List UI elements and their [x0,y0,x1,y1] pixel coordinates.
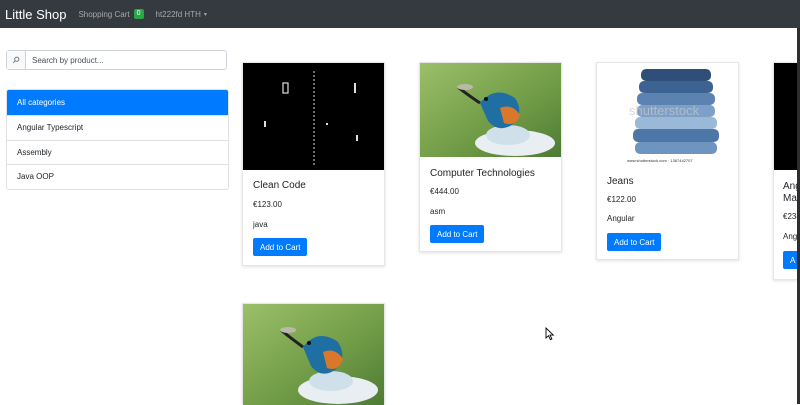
add-to-cart-button[interactable]: Add to Cart [253,238,308,256]
product-card-angular-partial: Ang Ma €234 Ang A [773,62,797,280]
product-price: €234 [783,212,797,221]
category-item-java-oop[interactable]: Java OOP [7,164,228,189]
product-image-partial[interactable] [774,63,797,170]
cart-count-badge: 0 [133,9,144,19]
navbar: Little Shop Shopping Cart 0 ht222fd HTH … [0,0,800,28]
product-image-kingfisher[interactable] [420,63,561,157]
product-card-clean-code: Clean Code €123.00 java Add to Cart [242,62,385,266]
product-card-second-row [242,303,385,405]
category-item-all[interactable]: All categories [7,90,228,115]
product-title-line2: Ma [783,193,797,204]
watermark-text: shutterstock [629,103,700,118]
add-to-cart-button[interactable]: Add to Cart [430,225,485,243]
product-card-jeans: shutterstock www.shutterstock.com · 1367… [596,62,739,260]
image-caption: www.shutterstock.com · 1367442707 [627,158,693,163]
shopping-cart-label: Shopping Cart [78,9,130,19]
product-title[interactable]: Ang Ma [783,181,797,205]
product-title[interactable]: Computer Technologies [430,168,535,179]
product-title-line1: Ang [783,181,797,192]
product-category: asm [430,207,446,216]
mouse-cursor-icon [545,327,555,341]
category-item-angular-typescript[interactable]: Angular Typescript [7,115,228,140]
user-name: ht222fd HTH [155,9,201,19]
search-input[interactable] [26,54,224,66]
user-menu[interactable]: ht222fd HTH ▾ [156,10,207,19]
brand-logo[interactable]: Little Shop [5,7,66,22]
product-title[interactable]: Jeans [607,176,634,187]
category-list: All categories Angular Typescript Assemb… [6,89,229,190]
add-to-cart-button[interactable]: A [783,251,797,269]
product-category: Angular [607,214,635,223]
product-price: €122.00 [607,195,636,204]
product-card-computer-technologies: Computer Technologies €444.00 asm Add to… [419,62,562,252]
product-image-kingfisher[interactable] [243,304,384,405]
product-category: java [253,220,268,229]
search-icon [7,51,26,69]
category-item-assembly[interactable]: Assembly [7,139,228,165]
product-image-pong[interactable] [243,63,384,170]
product-image-jeans[interactable]: shutterstock www.shutterstock.com · 1367… [597,63,738,165]
product-title[interactable]: Clean Code [253,180,306,191]
search-bar [6,50,227,70]
product-category: Ang [783,232,797,241]
product-price: €444.00 [430,187,459,196]
add-to-cart-button[interactable]: Add to Cart [607,233,662,251]
shopping-cart-link[interactable]: Shopping Cart 0 [78,9,144,19]
product-price: €123.00 [253,200,282,209]
chevron-down-icon: ▾ [203,11,207,18]
